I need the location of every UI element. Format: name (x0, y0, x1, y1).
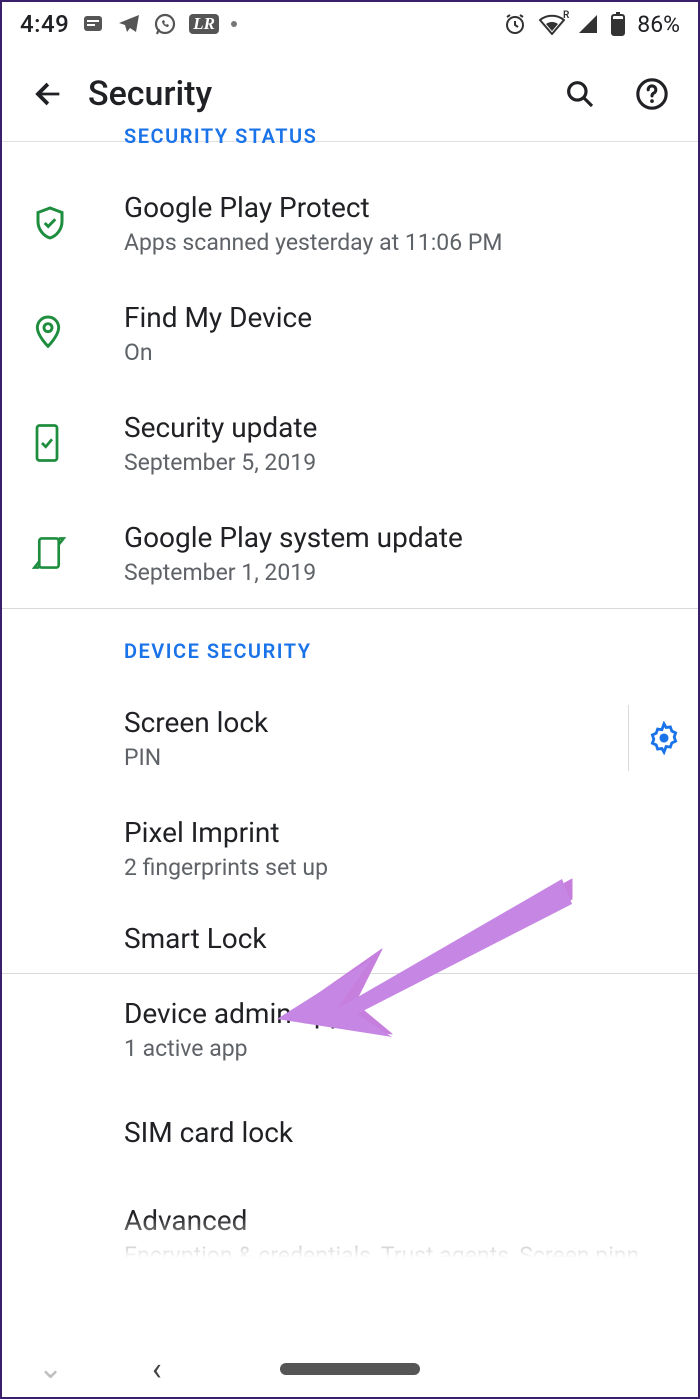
alarm-icon (503, 12, 527, 36)
row-title: Google Play Protect (124, 190, 680, 225)
row-title: Advanced (124, 1203, 680, 1238)
telegram-icon (117, 12, 141, 36)
row-subtitle: Encryption & credentials, Trust agents, … (124, 1242, 680, 1269)
row-subtitle: On (124, 339, 680, 366)
battery-icon (611, 12, 625, 36)
row-play-system-update[interactable]: Google Play system update September 1, 2… (2, 498, 698, 608)
phone-check-icon (32, 423, 62, 463)
battery-percentage: 86% (637, 11, 680, 38)
row-title: Smart Lock (124, 921, 680, 956)
shield-check-icon (32, 205, 68, 241)
lightroom-icon: LR (189, 14, 219, 34)
status-left: 4:49 LR (20, 10, 237, 38)
row-title: SIM card lock (124, 1115, 680, 1150)
row-subtitle: 1 active app (124, 1035, 680, 1062)
row-title: Screen lock (124, 705, 628, 740)
row-subtitle: Apps scanned yesterday at 11:06 PM (124, 229, 680, 256)
row-smart-lock[interactable]: Smart Lock (2, 903, 698, 973)
help-button[interactable] (616, 58, 688, 130)
nav-home-pill[interactable] (280, 1363, 420, 1375)
screen-lock-settings-button[interactable] (628, 705, 698, 771)
row-subtitle: September 1, 2019 (124, 559, 680, 586)
message-icon (81, 12, 105, 36)
wifi-icon: R (539, 13, 565, 35)
phone-sync-icon (32, 533, 66, 573)
search-icon (564, 78, 596, 110)
row-title: Device admin apps (124, 996, 680, 1031)
row-title: Google Play system update (124, 520, 680, 555)
chevron-down-icon: ⌄ (38, 1351, 63, 1386)
row-security-update[interactable]: Security update September 5, 2019 (2, 388, 698, 498)
whatsapp-icon (153, 12, 177, 36)
row-play-protect[interactable]: Google Play Protect Apps scanned yesterd… (2, 168, 698, 278)
row-device-admin-apps[interactable]: Device admin apps 1 active app (2, 974, 698, 1084)
signal-icon (577, 13, 599, 35)
nav-back-button[interactable]: ‹ (152, 1350, 162, 1388)
navigation-bar: ⌄ ‹ (4, 1343, 696, 1395)
status-bar: 4:49 LR R 86% (2, 2, 698, 46)
section-security-status: SECURITY STATUS (2, 124, 698, 168)
row-sim-card-lock[interactable]: SIM card lock (2, 1084, 698, 1180)
search-button[interactable] (544, 58, 616, 130)
row-screen-lock[interactable]: Screen lock PIN (2, 683, 698, 793)
row-title: Security update (124, 410, 680, 445)
gear-icon (647, 721, 681, 755)
row-title: Find My Device (124, 300, 680, 335)
status-clock: 4:49 (20, 10, 69, 38)
row-subtitle: 2 fingerprints set up (124, 854, 680, 881)
row-subtitle: September 5, 2019 (124, 449, 680, 476)
back-button[interactable] (12, 58, 84, 130)
help-icon (635, 77, 669, 111)
arrow-back-icon (31, 77, 65, 111)
row-title: Pixel Imprint (124, 815, 680, 850)
row-subtitle: PIN (124, 744, 628, 771)
status-right: R 86% (503, 11, 680, 38)
location-icon (32, 314, 64, 352)
page-title: Security (88, 74, 544, 114)
row-find-device[interactable]: Find My Device On (2, 278, 698, 388)
more-notifications-icon (231, 21, 237, 27)
content: SECURITY STATUS Google Play Protect Apps… (2, 124, 698, 1276)
row-advanced[interactable]: Advanced Encryption & credentials, Trust… (2, 1180, 698, 1276)
section-device-security: DEVICE SECURITY (2, 609, 698, 683)
row-pixel-imprint[interactable]: Pixel Imprint 2 fingerprints set up (2, 793, 698, 903)
